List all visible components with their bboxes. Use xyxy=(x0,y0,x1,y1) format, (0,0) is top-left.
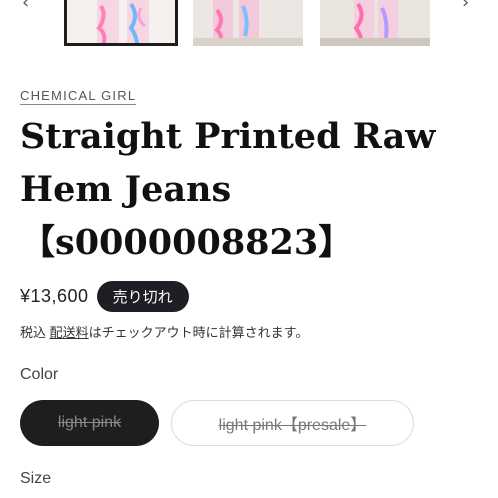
shipping-link[interactable]: 配送料 xyxy=(50,325,89,340)
size-label: Size xyxy=(20,470,52,487)
chevron-right-icon[interactable]: › xyxy=(462,0,469,13)
jeans-image xyxy=(320,0,430,46)
thumbnail-1[interactable] xyxy=(64,0,178,46)
tax-note: 税込 配送料はチェックアウト時に計算されます。 xyxy=(20,322,308,341)
sold-out-badge: 売り切れ xyxy=(96,280,189,312)
vendor-link[interactable]: CHEMICAL GIRL xyxy=(20,88,137,105)
product-gallery: ‹ › xyxy=(0,0,498,52)
jeans-image xyxy=(193,0,303,46)
tax-prefix: 税込 xyxy=(20,325,50,340)
product-title: Straight Printed Raw Hem Jeans 【s0000008… xyxy=(20,116,436,263)
color-label: Color xyxy=(20,366,59,383)
price: ¥13,600 xyxy=(20,285,89,306)
thumbnail-2[interactable] xyxy=(193,0,303,46)
tax-suffix: はチェックアウト時に計算されます。 xyxy=(88,325,309,340)
jeans-image xyxy=(96,0,149,43)
chevron-left-icon[interactable]: ‹ xyxy=(22,0,29,13)
price-row: ¥13,600 売り切れ xyxy=(20,280,189,312)
color-option-light-pink[interactable]: light pink xyxy=(20,400,159,446)
thumbnail-3[interactable] xyxy=(320,0,430,46)
color-option-light-pink-presale[interactable]: light pink【presale】 xyxy=(171,400,414,446)
